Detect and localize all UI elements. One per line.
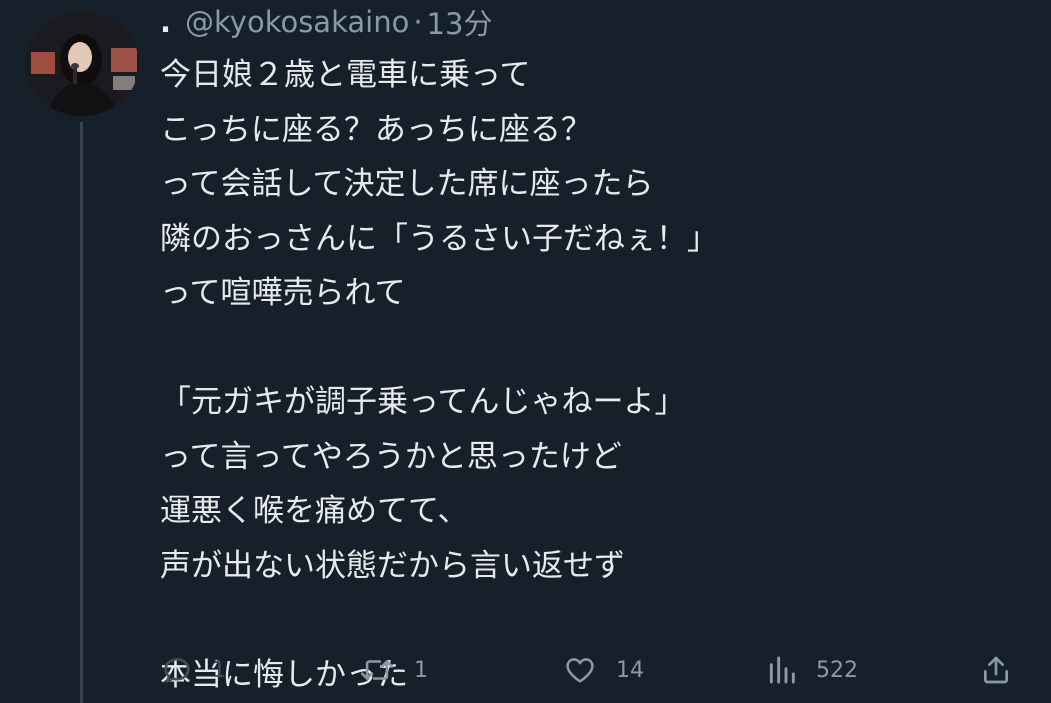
retweet-button[interactable]: 1: [358, 648, 428, 692]
heart-icon: [562, 653, 598, 687]
retweet-count: 1: [414, 657, 428, 683]
views-button[interactable]: 522: [766, 648, 858, 692]
reply-icon: [160, 653, 194, 687]
tweet-text: 今日娘２歳と電車に乗って こっちに座る？あっちに座る？ って会話して決定した席に…: [160, 57, 718, 693]
reply-count: 1: [212, 657, 226, 683]
tweet-header: . @kyokosakaino · 13分: [160, 2, 492, 42]
thread-line: [80, 122, 83, 703]
like-count: 14: [616, 657, 644, 683]
reply-button[interactable]: 1: [160, 648, 226, 692]
views-count: 522: [816, 657, 858, 683]
header-separator: ·: [413, 5, 423, 39]
analytics-icon: [766, 653, 798, 687]
retweet-icon: [358, 653, 396, 687]
tweet[interactable]: . @kyokosakaino · 13分 今日娘２歳と電車に乗って こっちに座…: [0, 0, 1051, 703]
timestamp[interactable]: 13分: [427, 1, 493, 43]
share-button[interactable]: [980, 648, 1012, 692]
action-bar: 1 1 14 522: [160, 648, 1020, 692]
like-button[interactable]: 14: [562, 648, 644, 692]
avatar[interactable]: [25, 12, 139, 116]
display-name[interactable]: .: [160, 5, 171, 39]
user-handle[interactable]: @kyokosakaino: [185, 5, 409, 39]
share-icon: [980, 653, 1012, 687]
